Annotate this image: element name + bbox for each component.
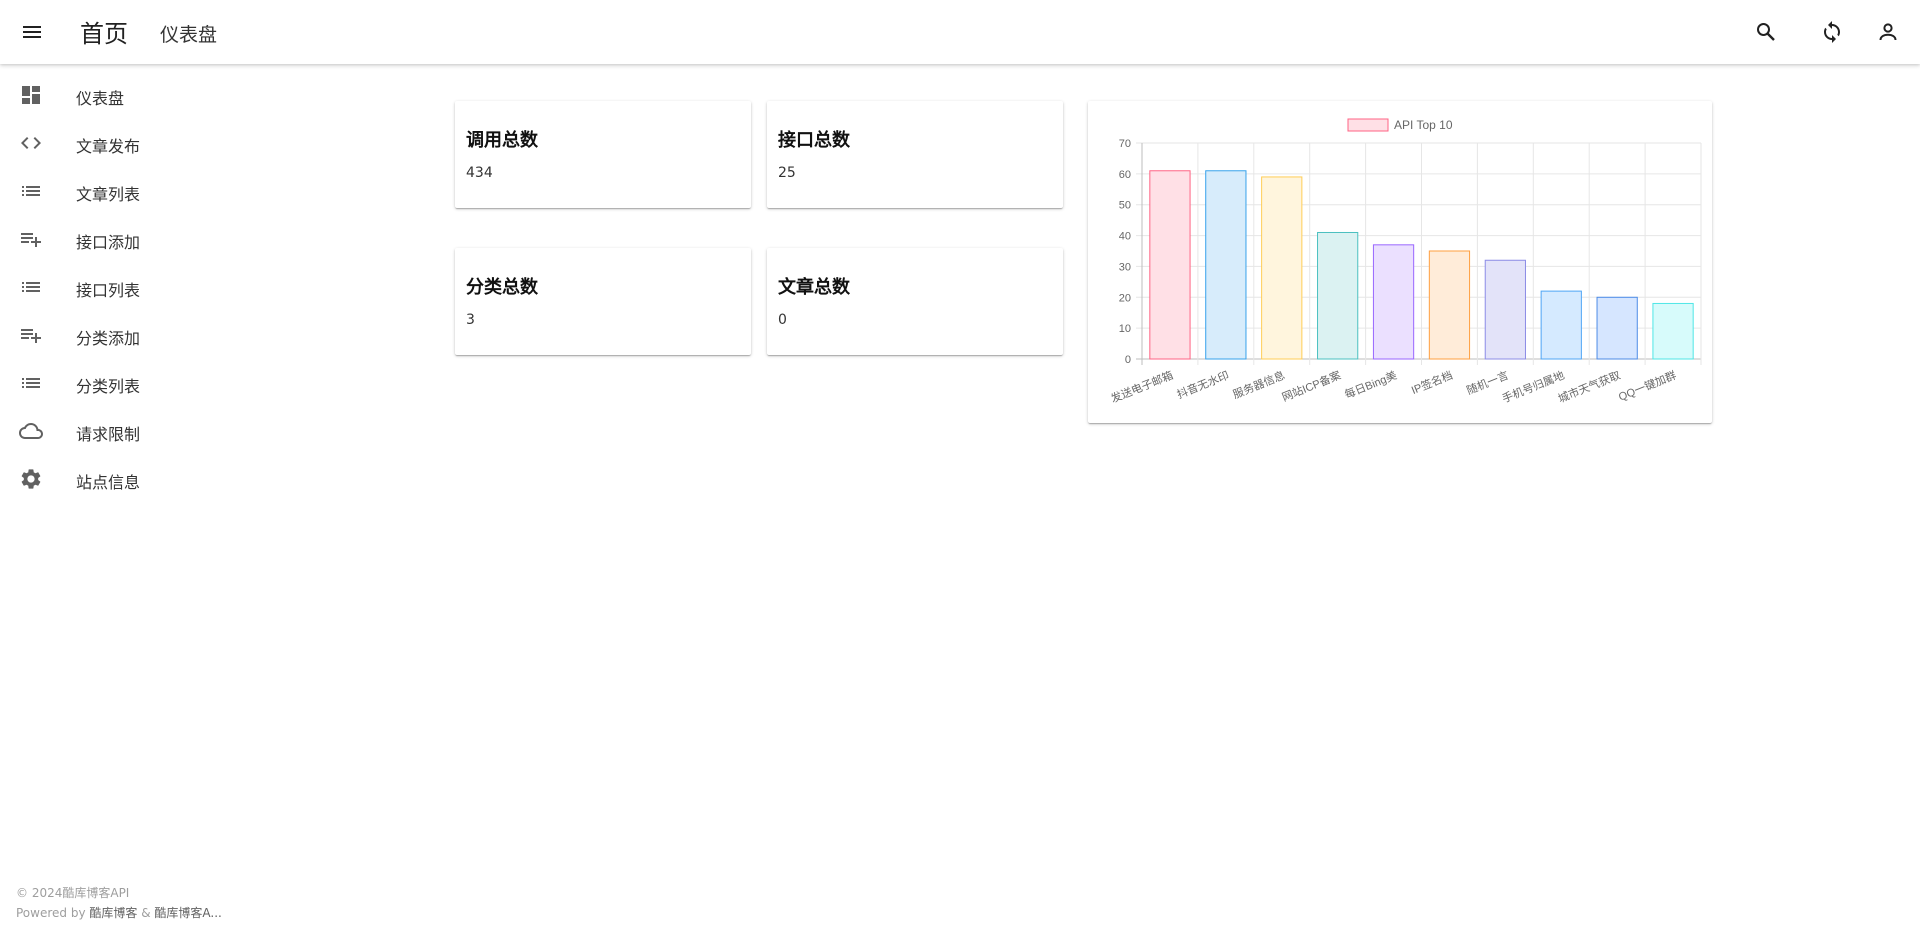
stat-title: 调用总数 xyxy=(466,130,538,151)
settings-icon xyxy=(19,467,43,491)
account-icon xyxy=(1879,23,1897,41)
bar xyxy=(1149,170,1191,360)
bar xyxy=(1205,170,1247,360)
sidebar-item-label: 站点信息 xyxy=(76,473,141,492)
stat-title: 接口总数 xyxy=(778,130,850,151)
legend-label: API Top 10 xyxy=(1394,118,1453,132)
x-tick-label: 网站ICP备案 xyxy=(1280,368,1343,404)
sidebar-item-label: 请求限制 xyxy=(76,425,141,444)
x-tick-label: 每日Bing美 xyxy=(1342,368,1398,402)
x-tick-label: 手机号归属地 xyxy=(1500,368,1566,406)
sidebar-item-label: 接口添加 xyxy=(76,233,141,252)
chart-card: 0 10 20 30 40 50 60 70 发送电子邮箱 抖音无水印 服务器信息 网站ICP备案 每日… xyxy=(1088,101,1712,423)
stat-value: 434 xyxy=(466,165,493,181)
sidebar-item-dashboard[interactable]: 仪表盘 xyxy=(0,71,300,119)
sidebar-item-label: 接口列表 xyxy=(76,281,141,300)
stat-card-categories: 分类总数 3 xyxy=(455,248,751,355)
menu-button[interactable] xyxy=(16,16,48,48)
x-tick-label: 发送电子邮箱 xyxy=(1109,368,1175,406)
sidebar-item-label: 分类列表 xyxy=(76,377,141,396)
x-tick-label: 服务器信息 xyxy=(1231,368,1287,402)
refresh-icon xyxy=(1824,21,1840,43)
sidebar-item-category-add[interactable]: 分类添加 xyxy=(0,311,300,359)
app-bar: 首页 仪表盘 xyxy=(0,0,1920,64)
stat-value: 25 xyxy=(778,165,796,181)
sidebar-item-api-add[interactable]: 接口添加 xyxy=(0,215,300,263)
stat-value: 0 xyxy=(778,312,787,328)
sidebar: 仪表盘 文章发布 文章列表 接口添加 接口列表 分类添加 分类列表 请求限制 站… xyxy=(0,64,300,942)
x-tick-label: IP签名档 xyxy=(1409,368,1454,397)
x-tick-label: QQ一键加群 xyxy=(1616,368,1678,404)
bar xyxy=(1540,290,1582,360)
api-top10-chart: 0 10 20 30 40 50 60 70 发送电子邮箱 抖音无水印 服务器信息网站ICP备案 每日… xyxy=(1109,118,1702,406)
code-icon xyxy=(19,131,43,155)
home-title[interactable]: 首页 xyxy=(80,14,128,49)
footer-powered: Powered by 酷库博客 & 酷库博客A... xyxy=(16,903,222,923)
stat-card-calls: 调用总数 434 xyxy=(455,101,751,208)
stat-card-articles: 文章总数 0 xyxy=(767,248,1063,355)
y-tick-label: 60 xyxy=(1119,169,1131,181)
sidebar-item-article-list[interactable]: 文章列表 xyxy=(0,167,300,215)
y-tick-label: 50 xyxy=(1119,200,1131,212)
sidebar-item-label: 仪表盘 xyxy=(76,89,125,108)
dashboard-icon xyxy=(19,83,43,107)
playlist-add-icon xyxy=(19,323,43,347)
y-tick-label: 70 xyxy=(1119,138,1131,150)
footer-brand-link[interactable]: 酷库博客 xyxy=(89,906,137,920)
search-icon xyxy=(1757,23,1775,41)
y-tick-label: 0 xyxy=(1125,354,1131,366)
page-title: 仪表盘 xyxy=(160,24,218,46)
sidebar-item-label: 文章列表 xyxy=(76,185,141,204)
sidebar-item-label: 分类添加 xyxy=(76,329,141,348)
footer-powered-prefix: Powered by xyxy=(16,906,90,920)
bar xyxy=(1317,231,1359,360)
sidebar-item-request-limit[interactable]: 请求限制 xyxy=(0,407,300,455)
playlist-add-icon xyxy=(19,227,43,251)
list-icon xyxy=(19,275,43,299)
legend-swatch xyxy=(1347,118,1389,132)
cloud-icon xyxy=(19,419,43,443)
bar xyxy=(1372,244,1415,360)
footer-copyright: © 2024酷库博客API xyxy=(16,886,130,900)
bar xyxy=(1596,296,1638,360)
footer-brand-link-2[interactable]: 酷库博客A... xyxy=(154,906,221,920)
refresh-button[interactable] xyxy=(1816,16,1848,48)
y-tick-label: 20 xyxy=(1119,292,1131,304)
menu-icon xyxy=(23,26,41,38)
bar xyxy=(1428,250,1471,360)
search-button[interactable] xyxy=(1750,16,1782,48)
y-tick-label: 30 xyxy=(1119,261,1131,273)
x-tick-label: 抖音无水印 xyxy=(1175,368,1231,402)
stat-title: 分类总数 xyxy=(466,277,538,298)
sidebar-item-site-info[interactable]: 站点信息 xyxy=(0,455,300,503)
sidebar-item-article-publish[interactable]: 文章发布 xyxy=(0,119,300,167)
bar xyxy=(1484,259,1526,360)
footer-amp: & xyxy=(137,906,155,920)
y-tick-label: 40 xyxy=(1119,231,1131,243)
list-icon xyxy=(19,179,43,203)
account-button[interactable] xyxy=(1872,16,1904,48)
stat-card-apis: 接口总数 25 xyxy=(767,101,1063,208)
sidebar-item-api-list[interactable]: 接口列表 xyxy=(0,263,300,311)
bar xyxy=(1261,176,1303,360)
sidebar-item-category-list[interactable]: 分类列表 xyxy=(0,359,300,407)
sidebar-item-label: 文章发布 xyxy=(76,137,141,156)
bar xyxy=(1652,302,1694,360)
x-tick-label: 城市天气获取 xyxy=(1556,368,1622,406)
stat-title: 文章总数 xyxy=(778,277,850,298)
list-icon xyxy=(19,371,43,395)
stat-value: 3 xyxy=(466,312,475,328)
y-tick-label: 10 xyxy=(1119,323,1131,335)
footer: © 2024酷库博客API Powered by 酷库博客 & 酷库博客A... xyxy=(16,883,222,923)
